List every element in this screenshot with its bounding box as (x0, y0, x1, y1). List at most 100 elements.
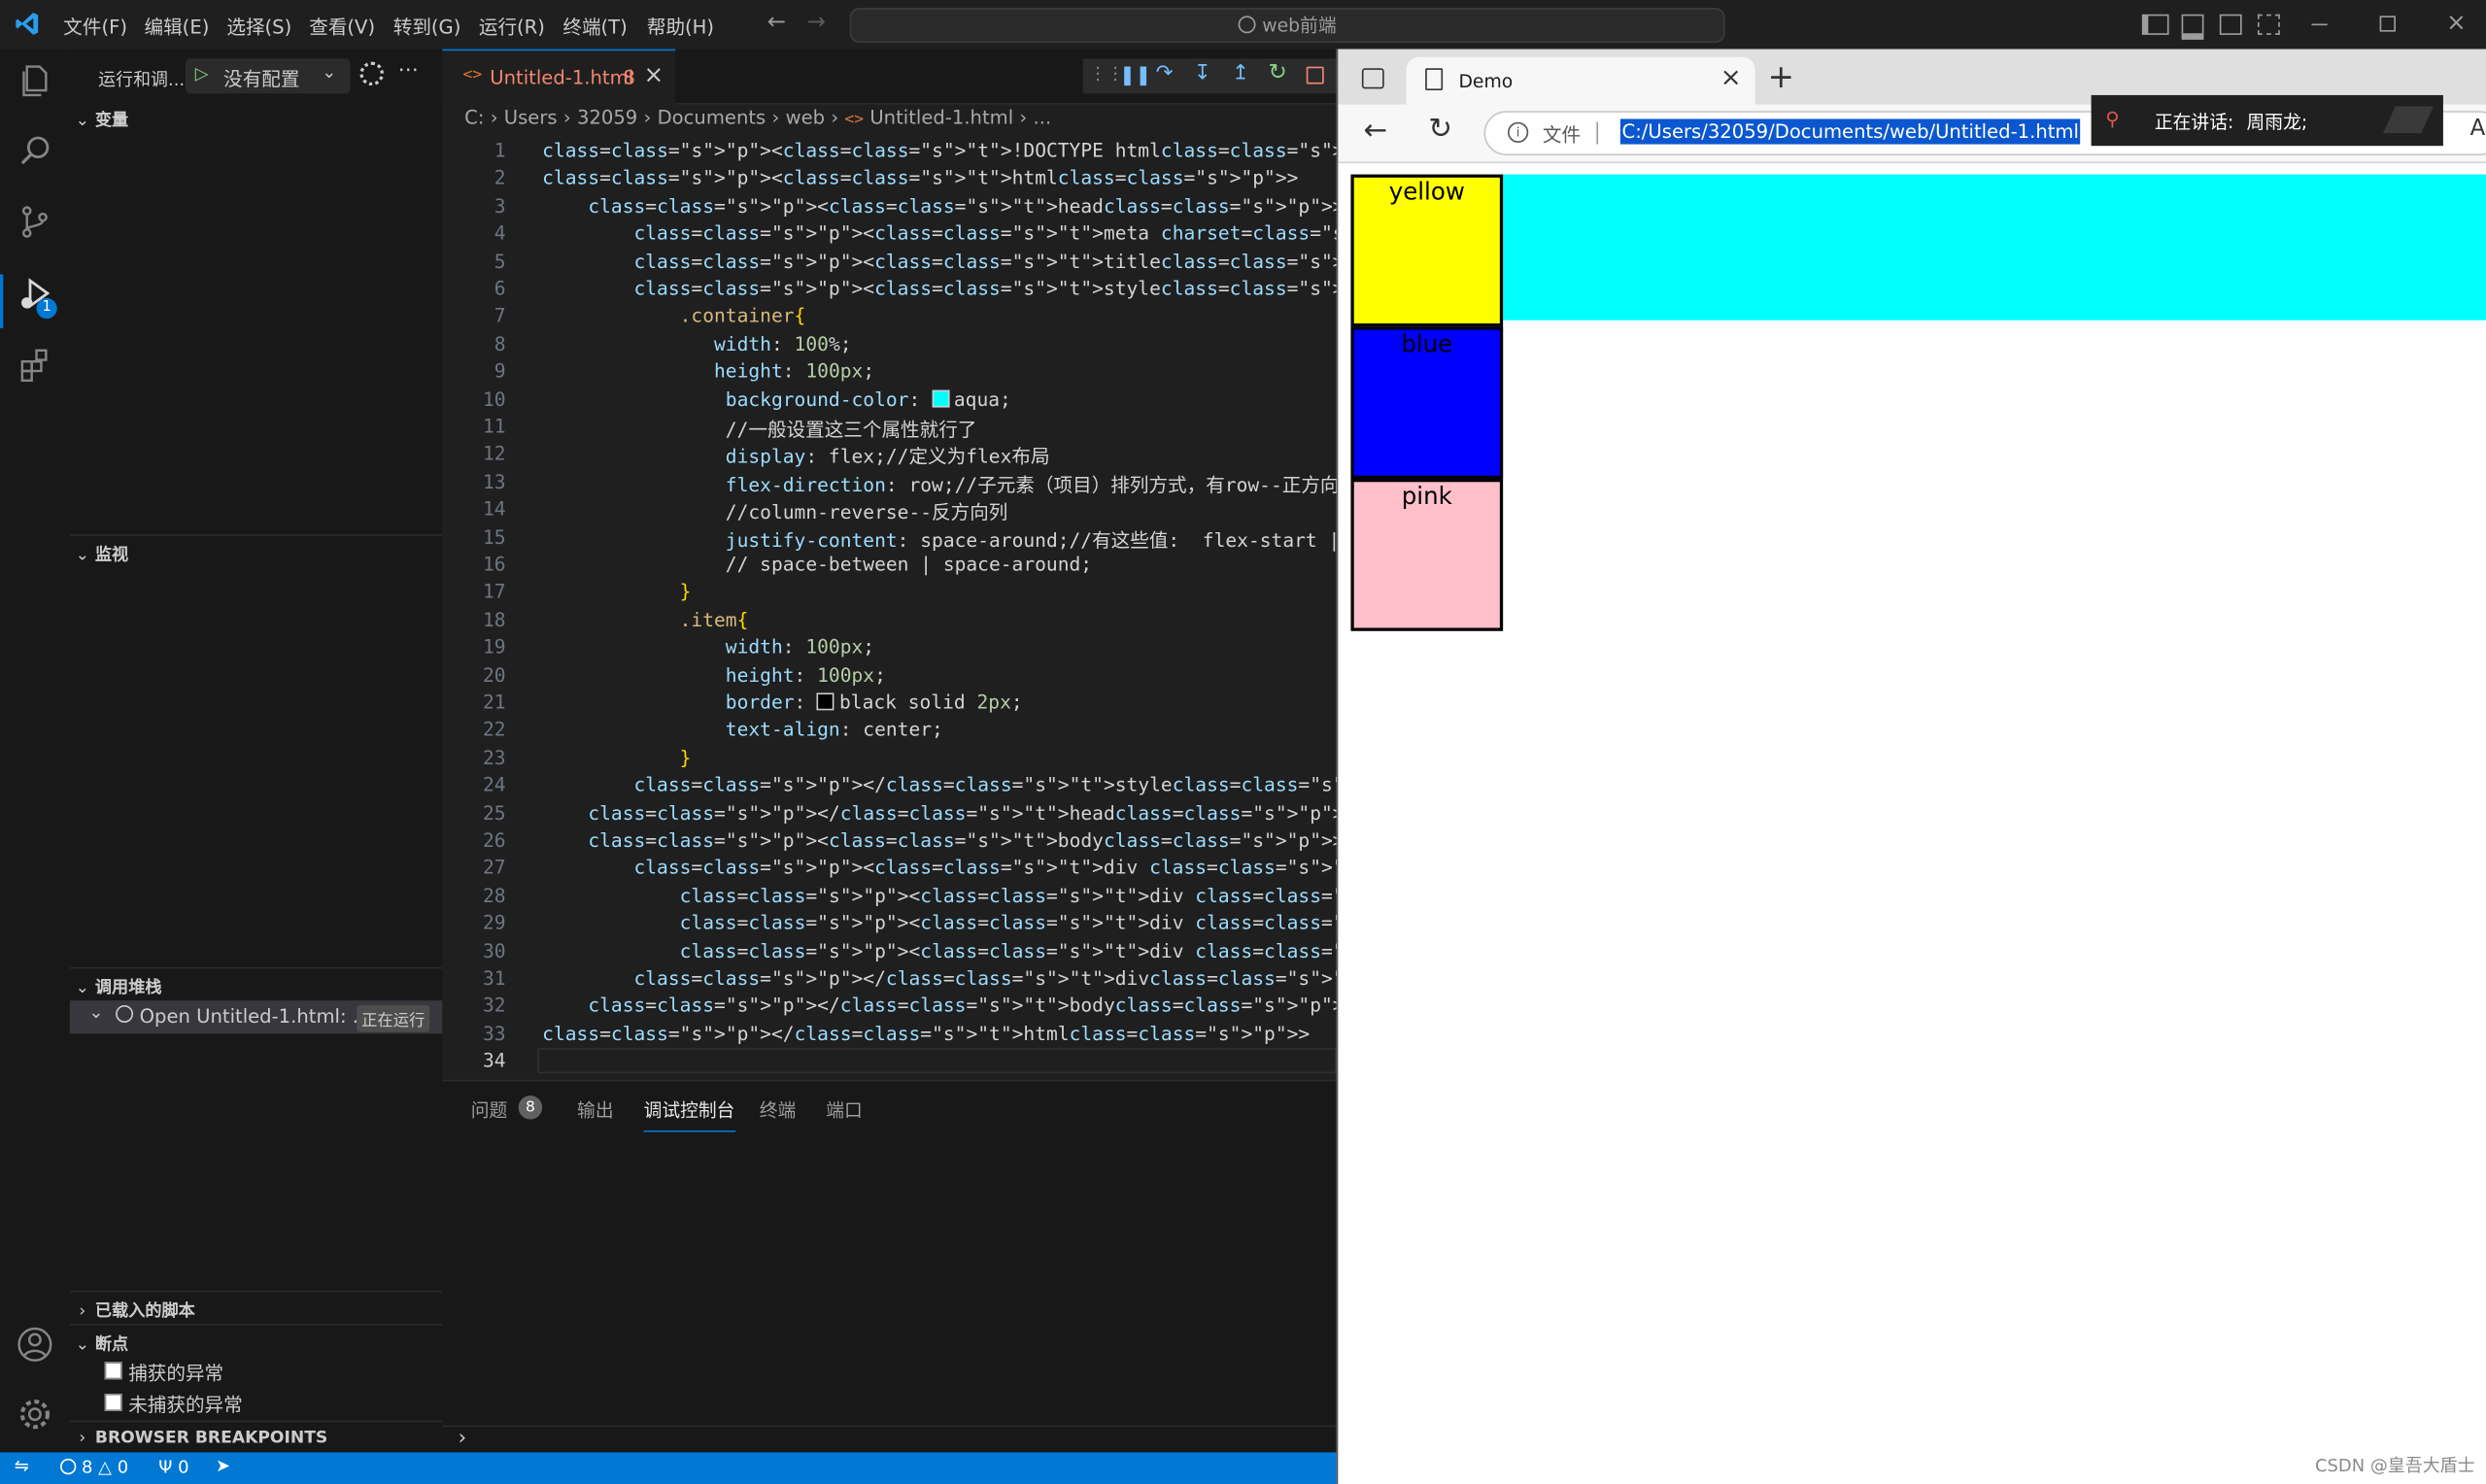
back-arrow-icon[interactable]: ← (767, 10, 786, 35)
breadcrumb-separator-icon: › (831, 106, 845, 129)
menu-file[interactable]: 文件(F) (63, 13, 127, 40)
errors-status[interactable]: 8 △ 0 (60, 1457, 128, 1477)
start-debug-icon[interactable]: ▷ (195, 63, 209, 84)
debug-settings-gear-icon[interactable] (359, 61, 384, 86)
menu-selection[interactable]: 选择(S) (226, 13, 291, 40)
new-tab-icon[interactable]: + (1768, 57, 1794, 95)
callstack-session-row[interactable]: ⌄ Open Untitled-1.html: ... 正在运行 (69, 1000, 443, 1034)
panel-tab-debug-console[interactable]: 调试控制台 (643, 1097, 735, 1132)
section-watch[interactable]: ⌄ 监视 (69, 534, 443, 566)
breadcrumb-user[interactable]: 32059 (577, 106, 637, 128)
restart-icon[interactable]: ↻ (1269, 60, 1287, 85)
chevron-down-icon: ⌄ (75, 545, 90, 565)
section-breakpoints-label: 断点 (94, 1334, 129, 1355)
pause-icon[interactable]: ❚❚ (1119, 63, 1151, 85)
refresh-icon[interactable]: ↻ (1428, 113, 1452, 146)
breakpoint-caught-row[interactable]: 捕获的异常 (104, 1359, 223, 1386)
address-divider (1596, 121, 1599, 145)
problems-count-badge: 8 (518, 1096, 543, 1120)
menu-help[interactable]: 帮助(H) (647, 13, 714, 40)
breadcrumb-drive[interactable]: C: (464, 106, 484, 128)
code-line: border: black solid 2px; (725, 691, 1023, 714)
section-loaded-scripts[interactable]: › 已载入的脚本 (69, 1290, 443, 1323)
stop-icon[interactable] (1306, 66, 1324, 84)
section-variables-label: 变量 (94, 111, 129, 130)
breakpoint-caught-checkbox[interactable] (104, 1362, 122, 1380)
warning-count: 0 (117, 1457, 129, 1478)
step-into-icon[interactable]: ↧ (1194, 62, 1211, 85)
more-actions-icon[interactable]: ⋯ (398, 58, 419, 82)
error-icon (60, 1458, 77, 1475)
source-control-icon[interactable] (13, 203, 57, 248)
toggle-secondary-sidebar-icon[interactable] (2219, 14, 2242, 35)
forward-arrow-icon[interactable]: → (807, 10, 826, 35)
address-url[interactable]: C:/Users/32059/Documents/web/Untitled-1.… (1619, 118, 2081, 145)
panel-tab-output[interactable]: 输出 (577, 1097, 614, 1123)
line-number: 28 (483, 884, 506, 907)
search-icon[interactable] (13, 131, 57, 176)
editor-tab-untitled[interactable]: <> Untitled-1.html 8 × (442, 49, 676, 105)
back-arrow-icon[interactable]: ← (1364, 115, 1388, 148)
code-line: class=class="s">"p"><class=class="s">"t"… (542, 167, 1299, 189)
step-out-icon[interactable]: ↥ (1232, 62, 1249, 85)
customize-layout-icon[interactable] (2257, 14, 2280, 35)
breadcrumb-web[interactable]: web (786, 106, 826, 128)
code-line: } (679, 581, 692, 603)
breadcrumb-file[interactable]: Untitled-1.html (869, 106, 1013, 128)
ports-status[interactable]: Ψ 0 (158, 1457, 188, 1477)
section-callstack[interactable]: ⌄ 调用堆栈 (69, 966, 443, 999)
debug-config-select[interactable]: ▷ 没有配置 ⌄ (185, 58, 351, 94)
flex-container: yellow blue pink (1350, 174, 2486, 631)
read-aloud-icon[interactable]: A (2470, 116, 2486, 141)
close-tab-icon[interactable]: × (644, 60, 664, 88)
toggle-panel-icon[interactable] (2181, 14, 2204, 40)
speaker-name: 周雨龙; (2246, 111, 2308, 134)
menu-view[interactable]: 查看(V) (309, 13, 375, 40)
restore-icon[interactable] (2379, 16, 2396, 32)
code-line: width: 100%; (714, 332, 852, 355)
panel-tab-problems[interactable]: 问题 (471, 1097, 508, 1123)
manage-gear-icon[interactable] (13, 1396, 57, 1440)
breakpoint-uncaught-checkbox[interactable] (104, 1393, 122, 1411)
close-tab-icon[interactable]: × (1720, 62, 1742, 92)
section-breakpoints[interactable]: ⌄ 断点 (69, 1324, 443, 1356)
section-browser-breakpoints[interactable]: › BROWSER BREAKPOINTS (69, 1420, 443, 1447)
code-line: class=class="s">"p"><class=class="s">"t"… (542, 912, 1337, 934)
code-line: class=class="s">"p"><class=class="s">"t"… (542, 139, 1337, 162)
browser-tab-demo[interactable]: Demo × (1406, 56, 1755, 105)
panel-tab-ports[interactable]: 端口 (826, 1097, 863, 1123)
remote-icon[interactable]: ⇋ (15, 1456, 29, 1476)
breadcrumb-more[interactable]: ... (1034, 106, 1052, 128)
code-editor[interactable]: 1 class=class="s">"p"><class=class="s">"t… (442, 133, 1337, 1085)
close-window-icon[interactable]: × (2446, 8, 2467, 36)
browser-tab-title: Demo (1458, 69, 1514, 92)
menu-goto[interactable]: 转到(G) (393, 13, 461, 40)
extensions-icon[interactable] (13, 346, 57, 390)
minimize-icon[interactable] (2311, 23, 2328, 26)
panel-tab-terminal[interactable]: 终端 (760, 1097, 797, 1123)
toggle-sidebar-icon[interactable] (2141, 14, 2169, 35)
breakpoint-uncaught-row[interactable]: 未捕获的异常 (104, 1391, 243, 1418)
step-over-icon[interactable]: ↷ (1156, 62, 1174, 85)
page-file-icon (1425, 68, 1444, 91)
line-number: 9 (494, 359, 506, 383)
menu-terminal[interactable]: 终端(T) (562, 13, 627, 40)
breadcrumb-documents[interactable]: Documents (658, 106, 766, 128)
watermark: CSDN @皇吾大盾士 (2314, 1455, 2475, 1476)
code-line: class=class="s">"p"></class=class="s">"t… (633, 966, 1336, 990)
mic-muted-icon: ⚲ (2105, 108, 2120, 130)
code-line: class=class="s">"p"></class=class="s">"t… (542, 1022, 1311, 1045)
tab-actions-icon[interactable] (1361, 68, 1384, 89)
line-number: 16 (483, 553, 506, 576)
code-line: background-color: aqua; (725, 388, 1011, 411)
menu-run[interactable]: 运行(R) (479, 13, 545, 40)
command-center-search[interactable]: web前端 (849, 8, 1725, 44)
menu-edit[interactable]: 编辑(E) (145, 13, 210, 40)
line-number: 7 (494, 305, 506, 327)
section-variables[interactable]: ⌄ 变量 (70, 108, 443, 131)
debug-console-input[interactable]: › (442, 1425, 1337, 1456)
accounts-icon[interactable] (13, 1326, 57, 1370)
breadcrumb-users[interactable]: Users (504, 106, 558, 128)
debug-status-icon[interactable]: ➤ (216, 1456, 230, 1476)
explorer-icon[interactable] (13, 62, 57, 107)
